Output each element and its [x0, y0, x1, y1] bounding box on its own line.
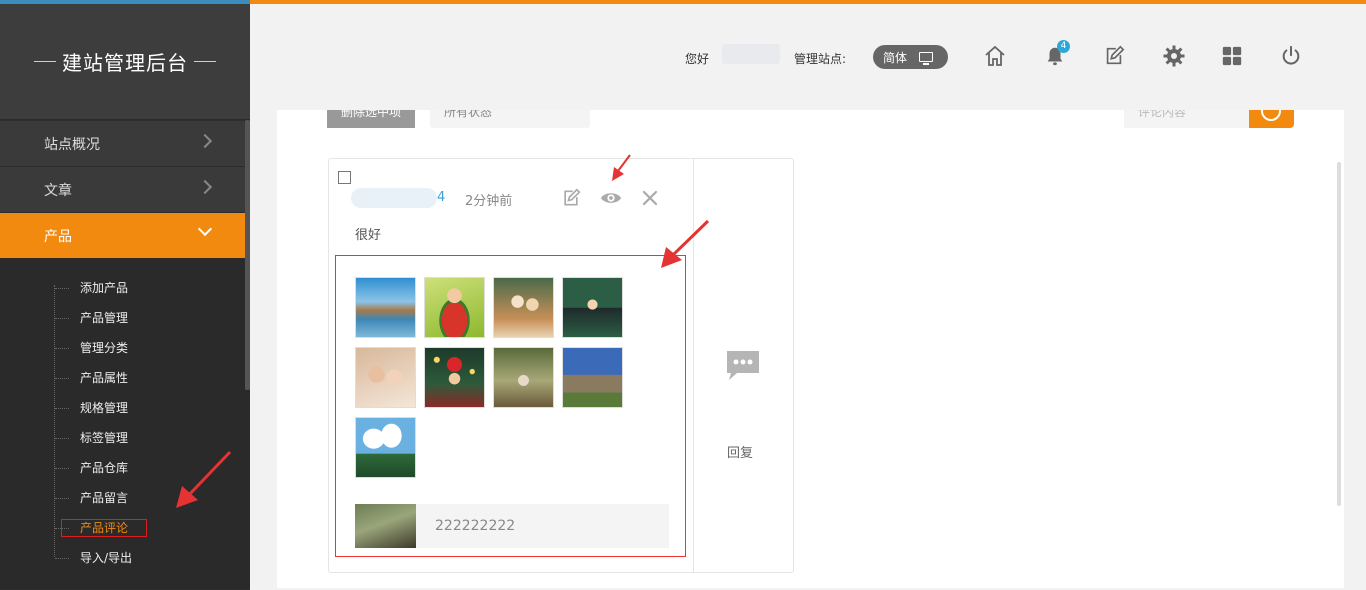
reply-button[interactable]: 回复: [727, 442, 753, 461]
submenu-spec-management[interactable]: 规格管理: [0, 393, 250, 423]
sidebar-item-overview[interactable]: 站点概况: [0, 121, 250, 167]
edit-icon[interactable]: [560, 187, 582, 209]
annotation-arrow: [612, 154, 631, 181]
product-submenu: 添加产品 产品管理 管理分类 产品属性 规格管理 标签管理 产品仓库 产品留言 …: [0, 259, 250, 589]
comment-username[interactable]: 4: [437, 190, 445, 205]
comment-image[interactable]: [424, 347, 485, 408]
submenu-import-export[interactable]: 导入/导出: [0, 543, 250, 573]
submenu-product-attributes[interactable]: 产品属性: [0, 363, 250, 393]
home-icon[interactable]: [982, 43, 1008, 69]
panel-scrollbar[interactable]: [1337, 162, 1341, 506]
language-switch-button[interactable]: 简体: [873, 45, 948, 69]
comment-card: 4 2分钟前 很好 222222222 回复: [328, 158, 794, 573]
sidebar-item-products[interactable]: 产品: [0, 213, 250, 259]
power-icon[interactable]: [1278, 43, 1304, 69]
close-icon[interactable]: [639, 187, 661, 209]
username-redacted: [351, 188, 437, 208]
comment-image[interactable]: [424, 277, 485, 338]
sidebar-item-label: 文章: [44, 182, 72, 199]
search-input[interactable]: 评论内容: [1124, 110, 1249, 128]
brand-text: 建站管理后台: [62, 51, 188, 75]
main-panel: 删除选中项 所有状态 评论内容 4 2分钟前 很好 222222222 回复: [277, 110, 1344, 588]
annotation-arrow: [661, 219, 710, 268]
comment-time: 2分钟前: [465, 194, 513, 209]
monitor-icon: [919, 52, 934, 65]
reply-avatar: [355, 504, 416, 548]
bell-icon[interactable]: 4: [1042, 40, 1070, 69]
submenu-product-management[interactable]: 产品管理: [0, 303, 250, 333]
edit-icon[interactable]: [1101, 43, 1127, 69]
comment-image[interactable]: [355, 277, 416, 338]
reply-row: 222222222: [355, 504, 669, 548]
comment-image[interactable]: [493, 347, 554, 408]
eye-icon[interactable]: [600, 187, 622, 209]
site-label: 管理站点:: [794, 52, 847, 66]
sidebar-scrollbar[interactable]: [245, 120, 250, 390]
comment-image[interactable]: [562, 277, 623, 338]
sidebar-item-label: 产品: [44, 228, 72, 245]
chevron-right-icon: [197, 179, 213, 195]
comment-image[interactable]: [355, 347, 416, 408]
apps-grid-icon[interactable]: [1219, 43, 1245, 69]
search-button[interactable]: [1249, 110, 1294, 128]
username-redacted: [722, 44, 780, 64]
submenu-product-reviews[interactable]: 产品评论: [0, 513, 250, 543]
chevron-down-icon: [197, 221, 213, 237]
annotation-arrow: [176, 450, 232, 508]
comment-image[interactable]: [493, 277, 554, 338]
greeting-text: 您好: [685, 52, 710, 66]
sidebar-item-label: 站点概况: [44, 136, 100, 153]
reply-text: 222222222: [435, 518, 516, 534]
brand-title: 建站管理后台: [0, 4, 250, 120]
comment-image-group: 222222222: [335, 255, 686, 557]
submenu-add-product[interactable]: 添加产品: [0, 273, 250, 303]
notification-badge: 4: [1057, 40, 1070, 53]
comment-bubble-icon[interactable]: [725, 349, 761, 381]
sidebar-menu: 站点概况 文章 产品 添加产品 产品管理 管理分类 产品属性 规格管理 标签管理…: [0, 121, 250, 589]
delete-selected-button[interactable]: 删除选中项: [327, 110, 415, 128]
comment-image[interactable]: [562, 347, 623, 408]
comment-text: 很好: [355, 228, 382, 243]
topbar-accent-line: [250, 0, 1366, 4]
gear-icon[interactable]: [1161, 43, 1187, 69]
comment-image[interactable]: [355, 417, 416, 478]
submenu-manage-categories[interactable]: 管理分类: [0, 333, 250, 363]
status-select[interactable]: 所有状态: [430, 110, 590, 128]
language-label: 简体: [883, 50, 908, 65]
chevron-right-icon: [197, 133, 213, 149]
topbar: 您好 管理站点: 简体 4: [250, 0, 1366, 100]
sidebar-item-articles[interactable]: 文章: [0, 167, 250, 213]
comment-checkbox[interactable]: [338, 171, 351, 184]
